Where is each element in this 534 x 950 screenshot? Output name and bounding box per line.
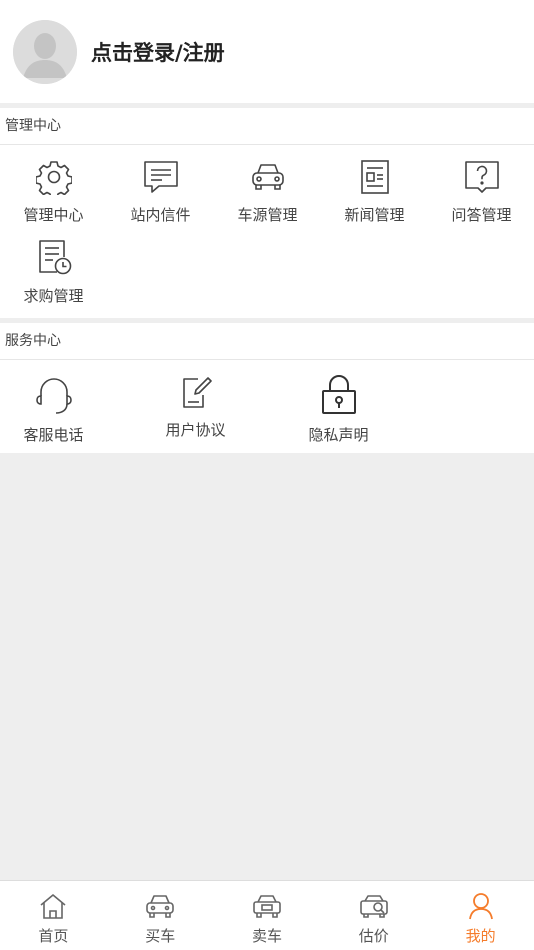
user-icon <box>464 889 498 923</box>
service-item-privacy[interactable]: 隐私声明 <box>285 360 392 444</box>
management-item-label: 车源管理 <box>237 206 298 224</box>
management-item-label: 管理中心 <box>23 206 84 224</box>
tab-label: 卖车 <box>251 927 282 945</box>
valuation-icon <box>357 889 391 923</box>
service-item-agreement[interactable]: 用户协议 <box>142 360 249 440</box>
service-grid: 客服电话 用户协议 隐私声明 <box>0 360 534 453</box>
purchase-icon <box>32 237 76 277</box>
service-item-label: 客服电话 <box>23 426 84 444</box>
tab-valuation[interactable]: 估价 <box>320 881 427 950</box>
management-item-news[interactable]: 新闻管理 <box>321 145 428 225</box>
management-item-qa[interactable]: 问答管理 <box>428 145 534 225</box>
service-item-label: 隐私声明 <box>308 426 369 444</box>
service-section-title: 服务中心 <box>0 323 534 360</box>
management-item-admin[interactable]: 管理中心 <box>0 145 107 225</box>
car-icon <box>246 157 290 196</box>
lock-icon <box>317 372 361 416</box>
agreement-icon <box>174 372 218 411</box>
tab-sell-car[interactable]: 卖车 <box>214 881 321 950</box>
management-grid: 管理中心 站内信件 车源管理 新闻管理 问答管理 求购管理 <box>0 145 534 318</box>
profile-header[interactable]: 点击登录/注册 <box>0 0 534 103</box>
management-item-label: 求购管理 <box>23 287 84 305</box>
bottom-tab-bar: 首页 买车 卖车 估价 我的 <box>0 880 534 950</box>
management-item-messages[interactable]: 站内信件 <box>107 145 214 225</box>
service-item-label: 用户协议 <box>165 421 226 439</box>
tab-label: 买车 <box>145 927 176 945</box>
tab-label: 我的 <box>465 927 496 945</box>
headset-icon <box>32 372 76 416</box>
tab-mine[interactable]: 我的 <box>427 881 534 950</box>
gear-icon <box>32 157 76 196</box>
home-icon <box>36 889 70 923</box>
avatar[interactable] <box>13 19 77 84</box>
tab-label: 首页 <box>38 927 69 945</box>
car-icon <box>143 889 177 923</box>
management-item-label: 站内信件 <box>130 206 191 224</box>
management-item-label: 问答管理 <box>451 206 512 224</box>
question-icon <box>460 157 504 196</box>
service-item-phone[interactable]: 客服电话 <box>0 360 107 444</box>
management-item-cars[interactable]: 车源管理 <box>214 145 321 225</box>
news-icon <box>353 157 397 196</box>
tab-home[interactable]: 首页 <box>0 881 107 950</box>
login-register-link[interactable]: 点击登录/注册 <box>91 37 225 67</box>
tab-label: 估价 <box>358 927 389 945</box>
message-icon <box>139 157 183 196</box>
avatar-placeholder-icon <box>13 19 77 84</box>
management-item-purchase[interactable]: 求购管理 <box>0 225 107 305</box>
management-section-title: 管理中心 <box>0 108 534 145</box>
sell-car-icon <box>250 889 284 923</box>
tab-buy-car[interactable]: 买车 <box>107 881 214 950</box>
management-item-label: 新闻管理 <box>344 206 405 224</box>
